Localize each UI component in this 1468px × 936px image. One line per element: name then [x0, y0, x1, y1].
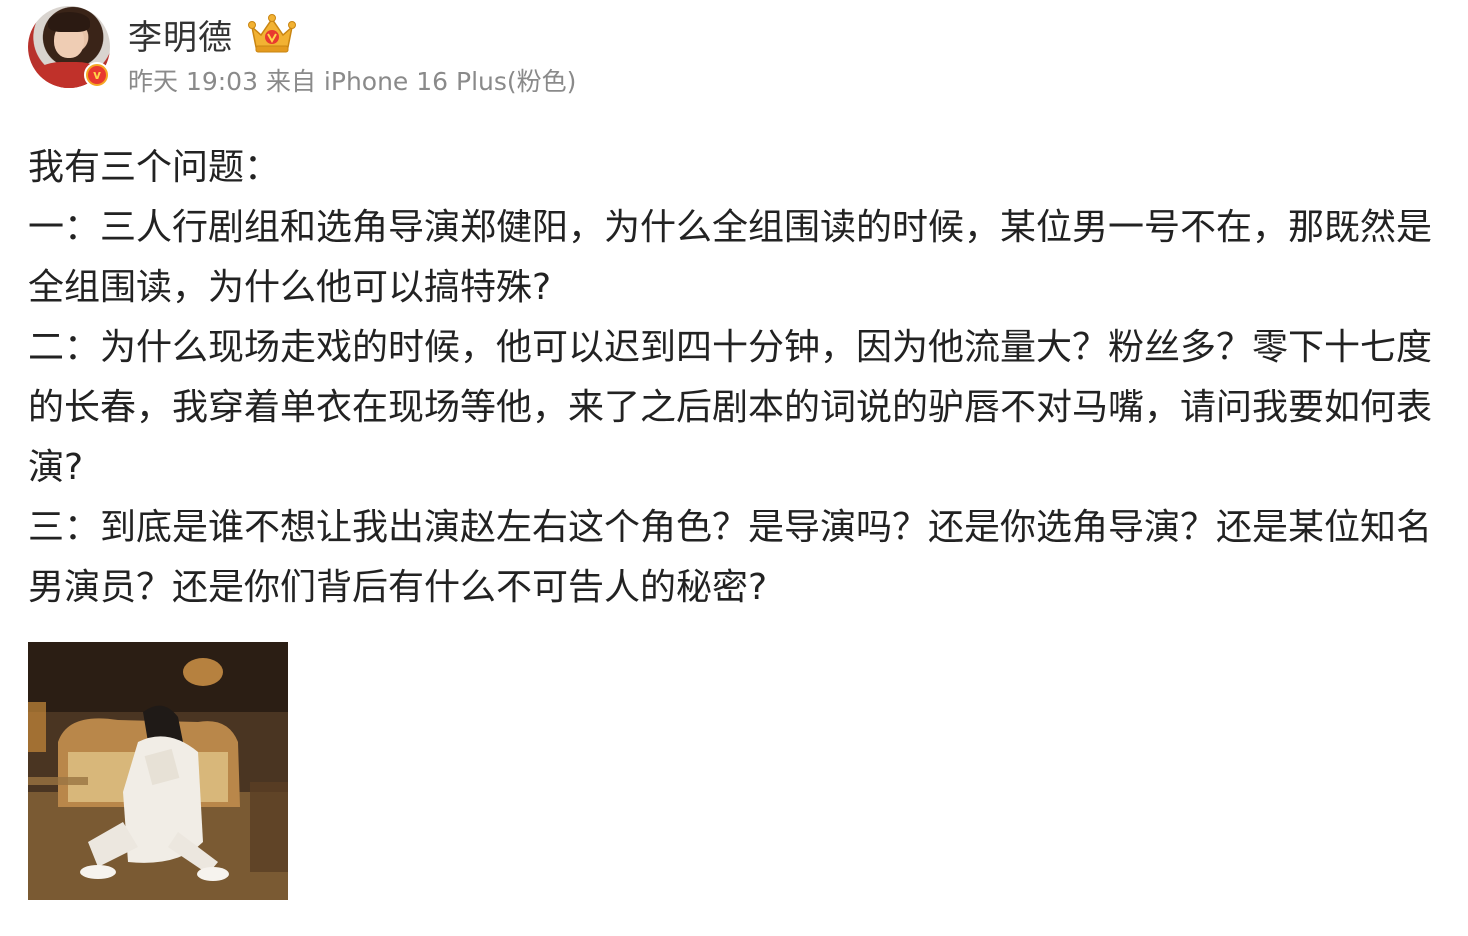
post-paragraph-2: 二：为什么现场走戏的时候，他可以迟到四十分钟，因为他流量大？粉丝多？零下十七度的… — [28, 327, 1433, 488]
post-time: 昨天 19:03 — [128, 67, 258, 96]
post-paragraph-intro: 我有三个问题： — [28, 147, 281, 188]
verified-letter: v — [88, 66, 106, 84]
post-header: v 李明德 昨天 19:03 来自 iPhone 16 Plus(粉色) — [28, 4, 1228, 96]
post-meta: 昨天 19:03 来自 iPhone 16 Plus(粉色) — [128, 62, 576, 98]
username-row: 李明德 — [128, 10, 297, 58]
post-photo-thumbnail[interactable] — [28, 642, 288, 900]
post-body: 我有三个问题： 一：三人行剧组和选角导演郑健阳，为什么全组围读的时候，某位男一号… — [28, 138, 1448, 618]
verified-badge-icon: v — [84, 62, 110, 88]
post-device[interactable]: iPhone 16 Plus(粉色) — [324, 67, 577, 96]
author-avatar[interactable]: v — [28, 6, 110, 88]
source-prefix: 来自 — [265, 67, 316, 96]
crown-icon — [248, 14, 296, 53]
post-paragraph-3: 三：到底是谁不想让我出演赵左右这个角色？是导演吗？还是你选角导演？还是某位知名男… — [28, 507, 1433, 608]
post-paragraph-1: 一：三人行剧组和选角导演郑健阳，为什么全组围读的时候，某位男一号不在，那既然是全… — [28, 207, 1433, 308]
photo-scene-icon — [28, 642, 288, 900]
author-name[interactable]: 李明德 — [128, 10, 233, 59]
